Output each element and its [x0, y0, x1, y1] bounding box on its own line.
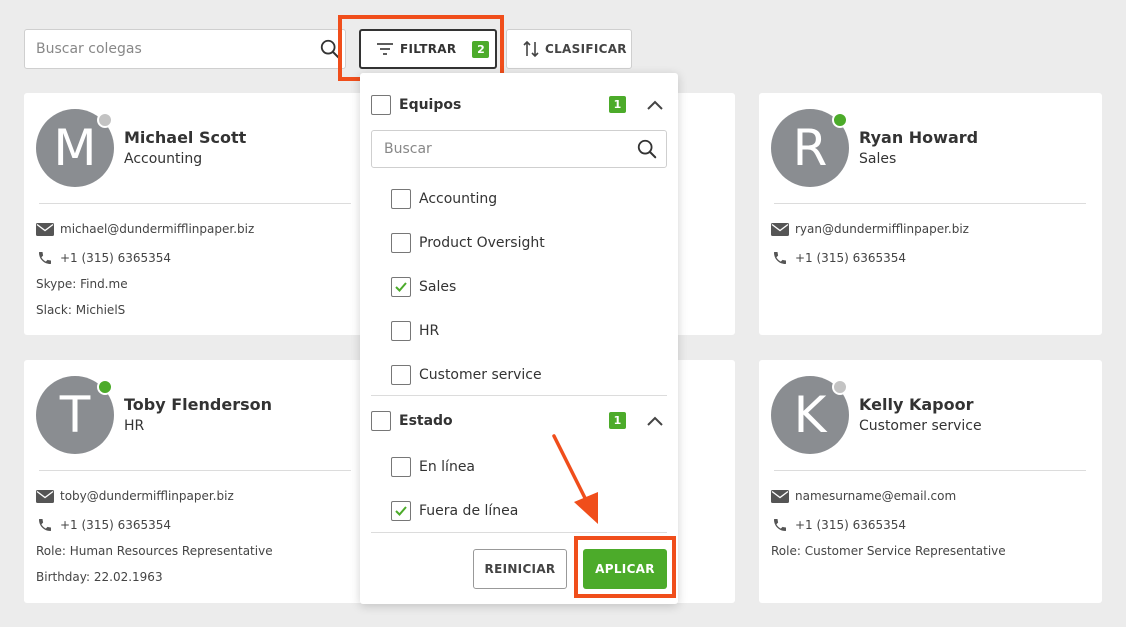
- contact-team: Sales: [859, 151, 897, 167]
- contact-team: HR: [124, 418, 145, 434]
- contact-name: Kelly Kapoor: [859, 395, 974, 414]
- contact-phone[interactable]: +1 (315) 6365354: [795, 518, 906, 532]
- status-option-checkbox[interactable]: [391, 457, 411, 477]
- contact-phone[interactable]: +1 (315) 6365354: [795, 251, 906, 265]
- status-select-all-checkbox[interactable]: [371, 411, 391, 431]
- phone-icon: [774, 519, 786, 531]
- annotation-arrow-icon: [552, 434, 598, 524]
- sort-arrows-icon: [523, 40, 539, 58]
- team-option-checkbox-checked[interactable]: [391, 277, 411, 297]
- team-option-checkbox[interactable]: [391, 233, 411, 253]
- contact-email[interactable]: toby@dundermifflinpaper.biz: [60, 489, 234, 503]
- contact-role: Role: Human Resources Representative: [36, 544, 273, 558]
- filter-highlight-box: [338, 15, 504, 81]
- contact-email-row: toby@dundermifflinpaper.biz: [36, 489, 234, 503]
- contact-name: Toby Flenderson: [124, 395, 272, 414]
- footer-divider: [371, 532, 667, 533]
- card-divider: [774, 203, 1086, 204]
- team-option-label[interactable]: Accounting: [419, 191, 497, 207]
- sort-button-label: CLASIFICAR: [545, 42, 627, 56]
- envelope-icon: [771, 489, 789, 503]
- checkmark-icon: [395, 506, 407, 516]
- checkmark-icon: [395, 282, 407, 292]
- chevron-up-icon[interactable]: [646, 99, 664, 111]
- section-divider: [371, 395, 667, 396]
- status-option-checkbox-checked[interactable]: [391, 501, 411, 521]
- contact-role: Role: Customer Service Representative: [771, 544, 1006, 558]
- apply-highlight-box: [574, 536, 676, 598]
- contact-team: Accounting: [124, 151, 203, 167]
- team-option-label[interactable]: Product Oversight: [419, 235, 545, 251]
- team-option-label[interactable]: HR: [419, 323, 439, 339]
- teams-count-badge: 1: [609, 96, 626, 113]
- team-option-label[interactable]: Sales: [419, 279, 456, 295]
- phone-icon: [39, 519, 51, 531]
- status-online-indicator: [97, 379, 113, 395]
- status-offline-indicator: [832, 379, 848, 395]
- contact-email-row: namesurname@email.com: [771, 489, 956, 503]
- team-option-checkbox[interactable]: [391, 189, 411, 209]
- contact-skype: Skype: Find.me: [36, 277, 128, 291]
- status-online-indicator: [832, 112, 848, 128]
- contact-card[interactable]: R Ryan Howard Sales ryan@dundermifflinpa…: [759, 93, 1102, 335]
- card-divider: [39, 203, 351, 204]
- contact-name: Michael Scott: [124, 128, 247, 147]
- contact-phone-row: +1 (315) 6365354: [771, 517, 906, 533]
- teams-search-input[interactable]: [372, 131, 666, 167]
- team-option-label[interactable]: Customer service: [419, 367, 542, 383]
- contact-email[interactable]: namesurname@email.com: [795, 489, 956, 503]
- reset-button[interactable]: REINICIAR: [473, 549, 567, 589]
- contact-team: Customer service: [859, 418, 982, 434]
- contact-phone[interactable]: +1 (315) 6365354: [60, 251, 171, 265]
- phone-icon: [39, 252, 51, 264]
- envelope-icon: [771, 222, 789, 236]
- contact-email-row: michael@dundermifflinpaper.biz: [36, 222, 254, 236]
- teams-select-all-checkbox[interactable]: [371, 95, 391, 115]
- search-icon[interactable]: [636, 138, 658, 160]
- contact-phone[interactable]: +1 (315) 6365354: [60, 518, 171, 532]
- phone-icon: [774, 252, 786, 264]
- teams-section-title: Equipos: [399, 97, 462, 113]
- contact-card[interactable]: K Kelly Kapoor Customer service namesurn…: [759, 360, 1102, 603]
- envelope-icon: [36, 489, 54, 503]
- card-divider: [39, 470, 351, 471]
- colleague-search-input[interactable]: [25, 30, 345, 68]
- contact-phone-row: +1 (315) 6365354: [36, 517, 171, 533]
- status-option-label[interactable]: En línea: [419, 459, 475, 475]
- contact-email-row: ryan@dundermifflinpaper.biz: [771, 222, 969, 236]
- status-count-badge: 1: [609, 412, 626, 429]
- team-option-checkbox[interactable]: [391, 365, 411, 385]
- status-option-label[interactable]: Fuera de línea: [419, 503, 518, 519]
- teams-search: [371, 130, 667, 168]
- contact-phone-row: +1 (315) 6365354: [771, 250, 906, 266]
- chevron-up-icon[interactable]: [646, 415, 664, 427]
- contact-slack: Slack: MichielS: [36, 303, 126, 317]
- contact-phone-row: +1 (315) 6365354: [36, 250, 171, 266]
- contact-birthday: Birthday: 22.02.1963: [36, 570, 163, 584]
- status-offline-indicator: [97, 112, 113, 128]
- contact-email[interactable]: ryan@dundermifflinpaper.biz: [795, 222, 969, 236]
- envelope-icon: [36, 222, 54, 236]
- status-section-title: Estado: [399, 413, 453, 429]
- contact-name: Ryan Howard: [859, 128, 979, 147]
- card-divider: [774, 470, 1086, 471]
- contact-email[interactable]: michael@dundermifflinpaper.biz: [60, 222, 254, 236]
- filter-dropdown-panel: Equipos 1 Accounting Product Oversight S…: [360, 73, 678, 604]
- sort-button[interactable]: CLASIFICAR: [506, 29, 632, 69]
- colleague-search: [24, 29, 346, 69]
- team-option-checkbox[interactable]: [391, 321, 411, 341]
